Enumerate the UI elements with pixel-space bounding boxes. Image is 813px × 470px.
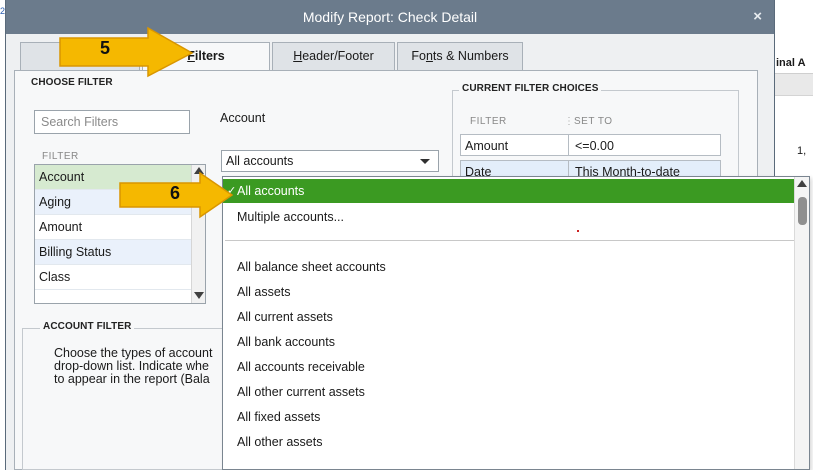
scroll-up-icon[interactable] <box>797 180 807 187</box>
tab-filters-label: ilters <box>194 49 225 63</box>
dropdown-item[interactable]: All fixed assets <box>223 405 796 429</box>
tab-fonts-numbers[interactable]: Fonts & Numbers <box>397 42 523 70</box>
account-dropdown-value: All accounts <box>226 154 294 168</box>
search-filters-input[interactable]: Search Filters <box>34 110 190 134</box>
dropdown-item[interactable]: All accounts receivable <box>223 355 796 379</box>
dropdown-item-all-accounts[interactable]: ✓ All accounts <box>223 179 796 203</box>
current-filter-header-set-to: SET TO <box>574 116 613 127</box>
column-divider-icon: ⋮ <box>564 116 575 127</box>
account-dropdown[interactable]: All accounts <box>221 150 439 172</box>
scroll-thumb[interactable] <box>798 197 807 225</box>
tab-header-footer-mnemonic: H <box>293 49 303 63</box>
current-filter-name: Amount <box>465 139 509 153</box>
account-label: Account <box>220 111 266 125</box>
step-5-arrow-shape <box>59 26 194 78</box>
step-5-arrow-icon <box>59 26 194 78</box>
scroll-down-icon[interactable] <box>194 292 204 299</box>
filter-item-class[interactable]: Class <box>35 265 205 290</box>
report-column-header: inal A <box>770 52 813 74</box>
dialog-title: Modify Report: Check Detail <box>302 9 478 25</box>
report-column-strip <box>770 74 813 96</box>
filter-item-billing-status[interactable]: Billing Status <box>35 240 205 265</box>
current-filter-table: FILTER ⋮ SET TO Amount <=0.00 Date This … <box>460 112 721 182</box>
dropdown-item[interactable]: All balance sheet accounts <box>223 255 796 279</box>
dropdown-item[interactable]: All assets <box>223 280 796 304</box>
current-filter-row[interactable]: Amount <=0.00 <box>460 134 721 156</box>
step-6-number: 6 <box>169 183 180 203</box>
account-filter-line: to appear in the report (Bala <box>54 372 210 386</box>
dropdown-item-label: All accounts <box>237 184 305 198</box>
tab-fonts-numbers-mnemonic: n <box>425 49 433 63</box>
report-row-value: 1, <box>797 145 807 157</box>
close-icon[interactable]: × <box>753 8 762 25</box>
stray-mark <box>577 230 579 232</box>
account-filter-title: ACCOUNT FILTER <box>40 321 135 332</box>
dropdown-item[interactable]: All current assets <box>223 305 796 329</box>
current-filter-header-filter: FILTER <box>470 116 507 127</box>
tab-header-footer-label: eader/Footer <box>302 49 374 63</box>
dropdown-item[interactable]: All other current assets <box>223 380 796 404</box>
dropdown-scrollbar[interactable] <box>794 177 809 469</box>
account-filter-description: Choose the types of account drop-down li… <box>54 347 229 386</box>
dropdown-item[interactable]: All bank accounts <box>223 330 796 354</box>
dropdown-item-multiple-accounts[interactable]: Multiple accounts... <box>223 205 796 229</box>
tab-fonts-numbers-label: ts & Numbers <box>432 49 509 63</box>
tab-header-footer[interactable]: Header/Footer <box>272 42 395 70</box>
step-5-number: 5 <box>99 38 110 58</box>
chevron-down-icon[interactable] <box>420 159 430 164</box>
account-dropdown-list[interactable]: ✓ All accounts Multiple accounts... All … <box>222 176 810 470</box>
filter-column-header: FILTER <box>42 151 79 162</box>
cell-divider <box>568 135 569 155</box>
tab-fonts-numbers-pre: Fo <box>411 49 426 63</box>
dropdown-item[interactable]: All other assets <box>223 430 796 454</box>
current-filter-value: <=0.00 <box>575 139 614 153</box>
dropdown-separator <box>225 240 796 241</box>
current-filter-title: CURRENT FILTER CHOICES <box>459 83 602 94</box>
choose-filter-title: CHOOSE FILTER <box>28 77 116 88</box>
